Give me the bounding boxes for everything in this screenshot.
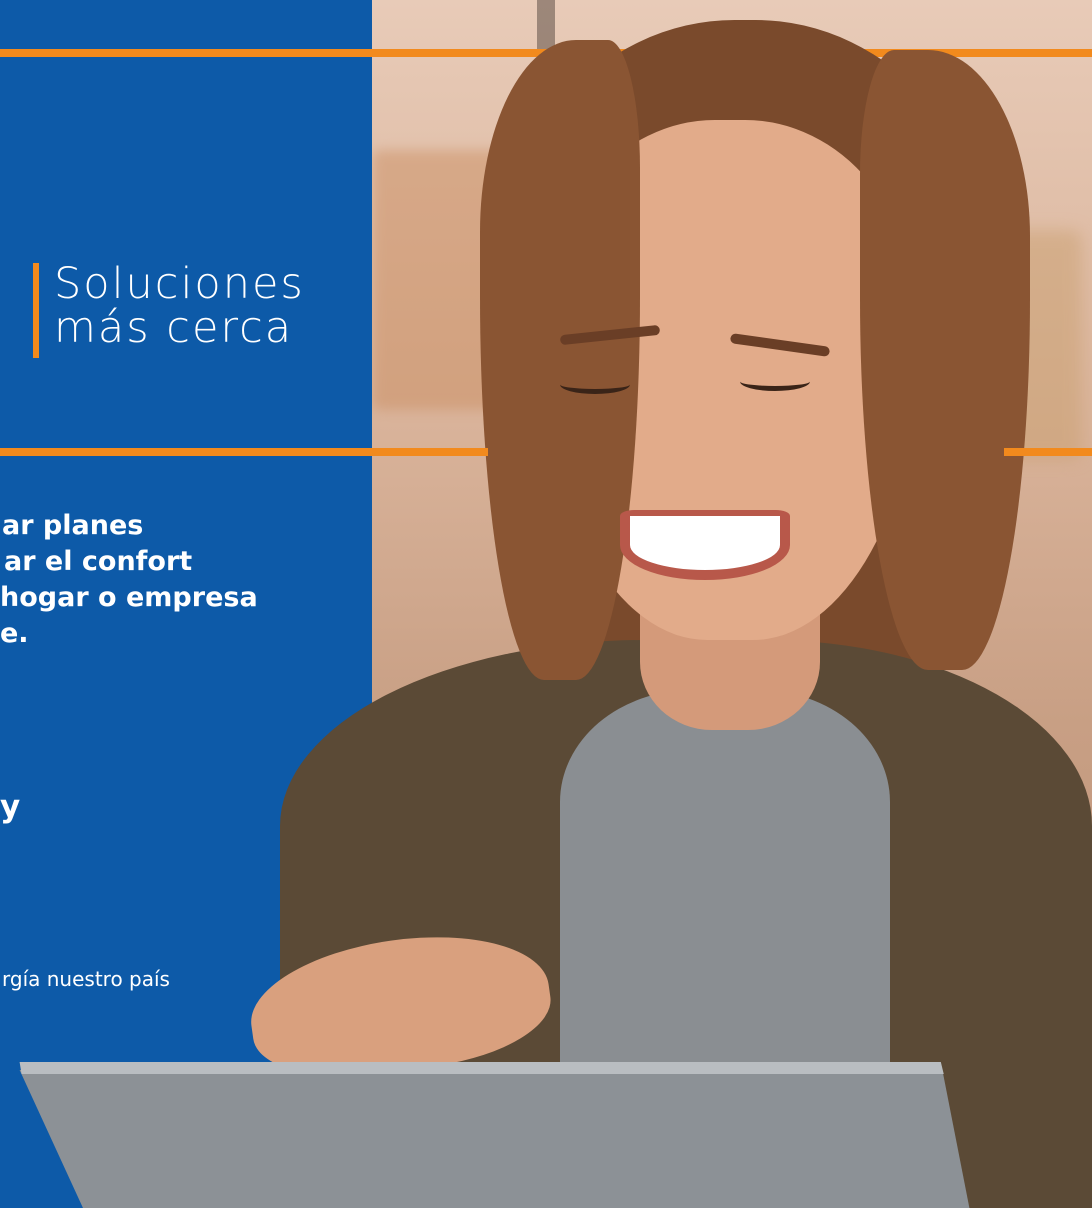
- tablet-edge: [19, 1062, 944, 1074]
- body-paragraph: ar planes ar el confort hogar o empresa …: [0, 508, 258, 652]
- orange-divider-middle-right: [1004, 448, 1092, 456]
- bold-text-fragment: y: [0, 789, 21, 825]
- headline-accent-bar: [33, 263, 39, 358]
- person-eye: [740, 372, 810, 391]
- person-smile: [620, 510, 790, 580]
- headline-line: más cerca: [54, 303, 294, 353]
- orange-divider-top: [0, 49, 372, 57]
- tablet-device: [19, 1062, 980, 1208]
- person-hair-right: [860, 50, 1030, 670]
- body-line: ar el confort: [4, 546, 193, 577]
- body-line: e.: [0, 618, 29, 649]
- body-line: hogar o empresa: [0, 582, 258, 613]
- small-text-fragment: rgía nuestro país: [2, 967, 170, 991]
- headline: Soluciones más cerca: [54, 262, 305, 350]
- body-line: ar planes: [2, 510, 144, 541]
- headline-line: Soluciones: [54, 259, 305, 309]
- person-hair-left: [480, 40, 640, 680]
- brochure-page: Soluciones más cerca ar planes ar el con…: [0, 0, 1092, 1208]
- orange-divider-middle: [0, 448, 488, 456]
- person-eye: [560, 375, 630, 394]
